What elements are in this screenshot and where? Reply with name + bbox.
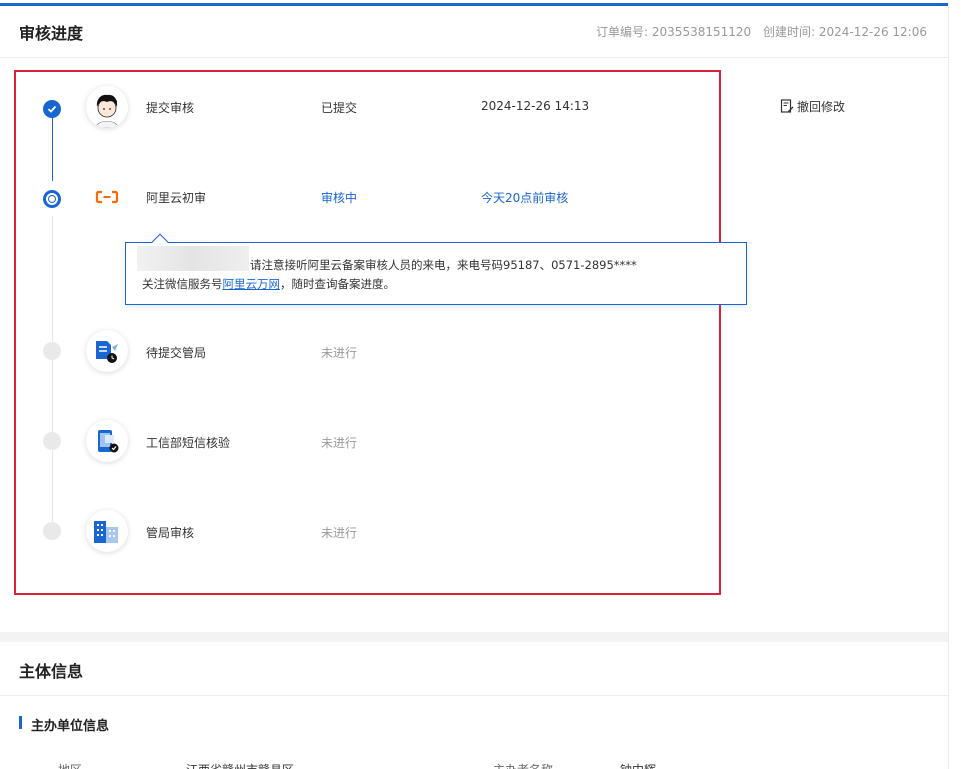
scrollbar-gutter[interactable] (948, 0, 967, 769)
building-icon (86, 510, 128, 552)
step-pending-dot (43, 522, 61, 540)
step-status: 审核中 (321, 191, 358, 205)
field-label: 地区 (58, 761, 82, 769)
step-time: 2024-12-26 14:13 (481, 99, 590, 113)
created-time: 创建时间: 2024-12-26 12:06 (763, 25, 927, 39)
sponsor-info-title: 主办单位信息 (31, 719, 110, 734)
document-edit-icon (780, 99, 794, 113)
sponsor-info-row: 地区 江西省赣州市赣县区 主办者名称 钟中辉 (0, 760, 948, 769)
check-icon (47, 105, 57, 113)
field-value: 江西省赣州市赣县区 (186, 761, 294, 769)
divider (0, 695, 948, 696)
step-done-dot (43, 100, 61, 118)
field-label: 主办者名称 (493, 761, 553, 769)
step-label: 提交审核 (146, 101, 195, 115)
tooltip-line-1: 请注意接听阿里云备案审核人员的来电，来电号码95187、0571-2895***… (250, 258, 637, 272)
step-label: 阿里云初审 (146, 191, 207, 205)
step-pending-dot (43, 342, 61, 360)
redacted-text-blur (137, 246, 249, 271)
field-value: 钟中辉 (620, 761, 656, 769)
phone-check-icon (86, 420, 128, 462)
step-label: 待提交管局 (146, 346, 207, 360)
subsection-marker (19, 716, 22, 729)
review-notice-tooltip: 请注意接听阿里云备案审核人员的来电，来电号码95187、0571-2895***… (125, 233, 747, 305)
timeline-connector (52, 360, 53, 432)
tooltip-line-2: 关注微信服务号阿里云万网，随时查询备案进度。 (142, 276, 395, 292)
section-separator (0, 632, 948, 642)
aliyun-wanwang-link[interactable]: 阿里云万网 (223, 277, 281, 291)
step-time: 今天20点前审核 (481, 191, 569, 205)
revoke-edit-button[interactable]: 撤回修改 (780, 98, 845, 115)
review-progress-header: 审核进度 订单编号: 2035538151120 创建时间: 2024-12-2… (0, 6, 948, 58)
person-avatar-icon (86, 86, 128, 128)
step-active-dot (43, 190, 61, 208)
order-meta: 订单编号: 2035538151120 创建时间: 2024-12-26 12:… (596, 23, 927, 40)
timeline-connector (52, 450, 53, 522)
document-clock-icon (86, 330, 128, 372)
step-status: 未进行 (321, 526, 358, 540)
step-label: 管局审核 (146, 526, 195, 540)
aliyun-logo-icon (86, 176, 128, 218)
step-status: 已提交 (321, 101, 358, 115)
tooltip-line-2-prefix: 关注微信服务号 (142, 277, 223, 291)
step-status: 未进行 (321, 346, 358, 360)
order-number: 订单编号: 2035538151120 (596, 25, 752, 39)
revoke-edit-label: 撤回修改 (797, 100, 846, 114)
step-label: 工信部短信核验 (146, 436, 231, 450)
timeline-connector (52, 216, 53, 342)
tooltip-line-2-suffix: ，随时查询备案进度。 (280, 277, 395, 291)
entity-info-title: 主体信息 (19, 662, 84, 681)
step-status: 未进行 (321, 436, 358, 450)
timeline-connector-done (52, 118, 53, 181)
step-pending-dot (43, 432, 61, 450)
page-title: 审核进度 (19, 24, 84, 43)
